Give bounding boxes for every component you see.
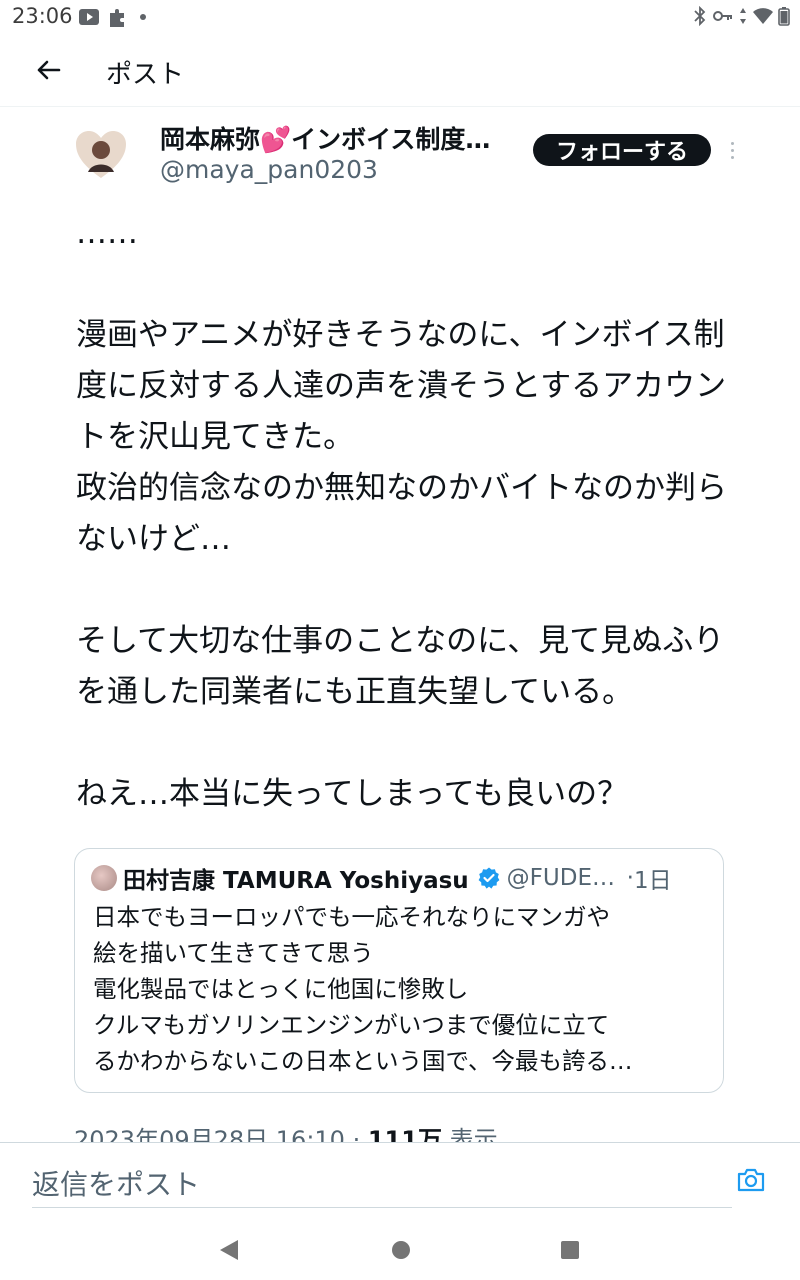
bluetooth-icon — [694, 6, 706, 26]
quoted-text-line: 日本でもヨーロッパでも一応それなりにマンガや — [93, 903, 610, 931]
data-arrows-icon — [740, 8, 746, 24]
status-time: 23:06 — [12, 4, 73, 28]
quoted-post-text: 日本でもヨーロッパでも一応それなりにマンガや 絵を描いて生きてきて思う 電化製品… — [93, 899, 705, 1079]
battery-icon — [778, 7, 790, 26]
reply-bar — [0, 1142, 800, 1223]
back-arrow-icon — [37, 60, 61, 80]
verified-badge-icon — [478, 867, 500, 889]
follow-button[interactable]: フォローする — [533, 134, 711, 166]
status-icons-left — [78, 6, 148, 28]
top-bar: ポスト — [0, 34, 800, 107]
quoted-author-name: 田村吉康 TAMURA Yoshiyasu — [123, 868, 469, 894]
wifi-icon — [753, 8, 773, 24]
quoted-text-line: 絵を描いて生きてきて思う — [93, 939, 374, 967]
status-bar: 23:06 — [0, 0, 800, 34]
dot-notification-icon — [140, 14, 146, 20]
vpn-key-icon — [713, 11, 732, 21]
author-name[interactable]: 岡本麻弥💕インボイス制度… — [160, 120, 520, 156]
quoted-author-handle: @FUDE… — [506, 865, 615, 891]
reply-input[interactable] — [32, 1161, 732, 1208]
quoted-author-avatar — [91, 865, 117, 891]
post-text: …… 漫画やアニメが好きそうなのに、インボイス制度に反対する人達の声を潰そうとす… — [76, 215, 727, 812]
quoted-post-time: 1日 — [633, 868, 672, 894]
back-button[interactable] — [28, 50, 68, 90]
system-nav-bar — [0, 1222, 800, 1280]
author-handle[interactable]: @maya_pan0203 — [160, 155, 378, 184]
quoted-post[interactable]: 田村吉康 TAMURA Yoshiyasu @FUDE… · 1日 日本でもヨー… — [74, 848, 724, 1093]
quoted-text-line: クルマもガソリンエンジンがいつまで優位に立て — [93, 1011, 610, 1039]
author-avatar[interactable] — [74, 128, 128, 182]
quoted-text-line: 電化製品ではとっくに他国に惨敗し — [93, 975, 469, 1003]
page-title: ポスト — [106, 60, 185, 90]
camera-icon — [737, 1168, 765, 1192]
nav-recents-icon[interactable] — [560, 1240, 580, 1260]
quoted-text-line: るかわからないこの日本という国で、今最も誇る… — [93, 1047, 633, 1075]
quoted-separator: · — [626, 865, 634, 891]
puzzle-notification-icon — [110, 9, 124, 27]
status-icons-right — [692, 6, 790, 26]
quoted-post-header: 田村吉康 TAMURA Yoshiyasu @FUDE… · 1日 — [91, 861, 707, 895]
youtube-notification-icon — [79, 9, 99, 25]
camera-button[interactable] — [736, 1167, 768, 1195]
more-options-icon[interactable] — [722, 136, 742, 164]
nav-home-icon[interactable] — [390, 1239, 412, 1261]
nav-back-icon[interactable] — [218, 1238, 240, 1262]
